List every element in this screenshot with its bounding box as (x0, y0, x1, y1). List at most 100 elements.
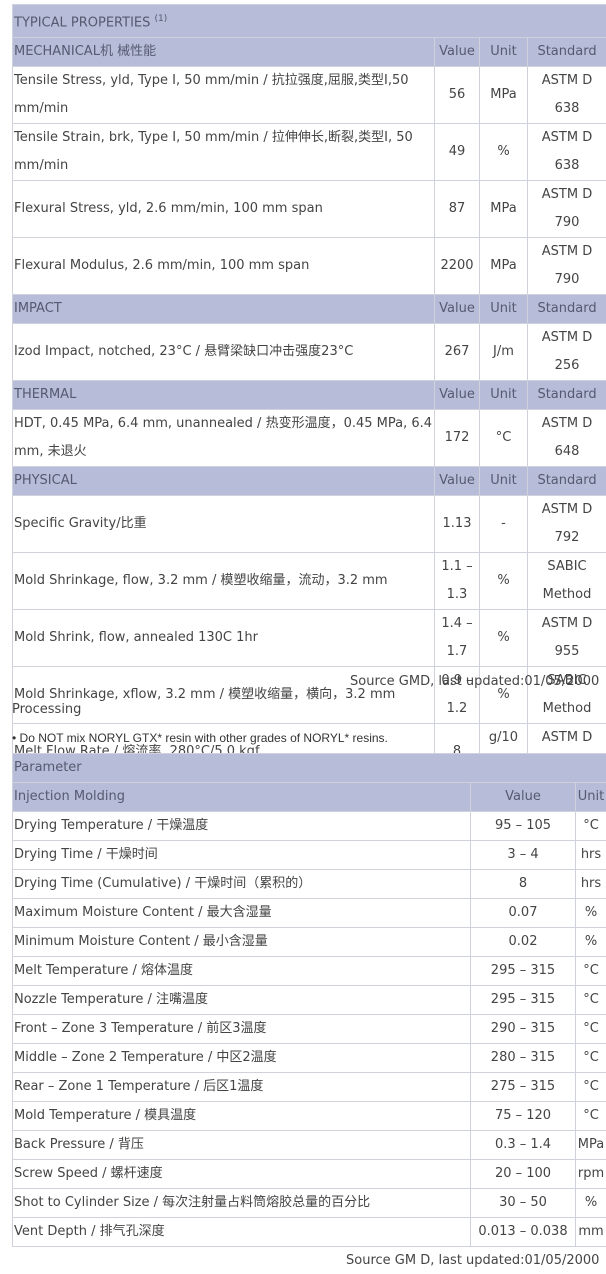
properties-source-note: Source GMD, last updated:01/05/2000 (350, 674, 600, 689)
processing-title: Processing (12, 702, 82, 717)
property-value: 1.13 (434, 495, 480, 554)
table-row: Shot to Cylinder Size / 每次注射量占料筒熔胶总量的百分比… (12, 1188, 606, 1218)
processing-note: • Do NOT mix NORYL GTX* resin with other… (12, 731, 388, 745)
parameter-unit: hrs (575, 840, 606, 870)
parameter-unit: °C (575, 985, 606, 1015)
column-header-unit: Unit (479, 380, 528, 411)
table-row: Flexural Stress, yld, 2.6 mm/min, 100 mm… (12, 180, 606, 239)
table-row: Mold Shrinkage, flow, 3.2 mm / 模塑收缩量，流动，… (12, 552, 606, 611)
parameter-name: Maximum Moisture Content / 最大含湿量 (12, 898, 471, 928)
parameter-value: 290 – 315 (470, 1014, 576, 1044)
parameter-unit: % (575, 927, 606, 957)
column-header-standard: Standard (526, 380, 606, 411)
property-standard: ASTM D 638 (526, 66, 606, 125)
table-row: Mold Shrink, flow, annealed 130C 1hr 1.4 … (12, 609, 606, 668)
property-value: 1.1 – 1.3 (434, 552, 480, 611)
parameter-unit: % (575, 898, 606, 928)
table-row: Melt Temperature / 熔体温度 295 – 315 °C (12, 956, 606, 986)
parameter-value: 0.02 (470, 927, 576, 957)
section-header-row: PHYSICAL Value Unit Standard (12, 466, 606, 497)
property-unit: MPa (479, 237, 528, 296)
parameter-value: 30 – 50 (470, 1188, 576, 1218)
table-row: Tensile Strain, brk, Type I, 50 mm/min /… (12, 123, 606, 182)
table-row: Tensile Stress, yld, Type I, 50 mm/min /… (12, 66, 606, 125)
parameter-value: 75 – 120 (470, 1101, 576, 1131)
property-standard: ASTM D 790 (526, 237, 606, 296)
property-unit: MPa (479, 180, 528, 239)
column-header-value: Value (434, 380, 480, 411)
parameter-value: 20 – 100 (470, 1159, 576, 1189)
parameter-unit: °C (575, 956, 606, 986)
property-standard: SABIC Method (526, 552, 606, 611)
section-name: THERMAL (12, 380, 435, 411)
parameter-unit: % (575, 1188, 606, 1218)
property-value: 49 (434, 123, 480, 182)
column-header-value: Value (434, 294, 480, 325)
property-unit: % (479, 123, 528, 182)
parameter-name: Melt Temperature / 熔体温度 (12, 956, 471, 986)
property-unit: - (479, 495, 528, 554)
parameter-value: 275 – 315 (470, 1072, 576, 1102)
parameter-unit: °C (575, 1072, 606, 1102)
property-value: 87 (434, 180, 480, 239)
column-header-value: Value (434, 37, 480, 68)
table-row: Specific Gravity/比重 1.13- ASTM D 792 (12, 495, 606, 554)
column-header-standard: Standard (526, 294, 606, 325)
parameter-value: 8 (470, 869, 576, 899)
section-name: MECHANICAL机 械性能 (12, 37, 435, 68)
parameter-unit: °C (575, 811, 606, 841)
table-row: Maximum Moisture Content / 最大含湿量 0.07% (12, 898, 606, 928)
parameter-name: Vent Depth / 排气孔深度 (12, 1217, 471, 1247)
property-standard: ASTM D 648 (526, 409, 606, 468)
parameter-unit: MPa (575, 1130, 606, 1160)
table-row: Front – Zone 3 Temperature / 前区3温度 290 – … (12, 1014, 606, 1044)
parameter-value: 295 – 315 (470, 985, 576, 1015)
property-value: 267 (434, 323, 480, 382)
property-name: Flexural Modulus, 2.6 mm/min, 100 mm spa… (12, 237, 435, 296)
parameter-header-row: Parameter (12, 753, 606, 783)
table-row: Drying Time / 干燥时间 3 – 4 hrs (12, 840, 606, 870)
table-row: Drying Time (Cumulative) / 干燥时间（累积的） 8 hrs (12, 869, 606, 899)
parameter-name: Mold Temperature / 模具温度 (12, 1101, 471, 1131)
section-header-row: MECHANICAL机 械性能 Value Unit Standard (12, 37, 606, 68)
column-header-standard: Standard (526, 37, 606, 68)
property-unit: % (479, 552, 528, 611)
property-name: Mold Shrinkage, flow, 3.2 mm / 模塑收缩量，流动，… (12, 552, 435, 611)
column-header-standard: Standard (526, 466, 606, 497)
property-standard: ASTM D 256 (526, 323, 606, 382)
processing-table: Parameter Injection Molding Value Unit Dryin… (12, 753, 606, 1247)
property-standard: ASTM D 955 (526, 609, 606, 668)
property-unit: °C (479, 409, 528, 468)
property-standard: ASTM D 790 (526, 180, 606, 239)
parameter-name: Drying Temperature / 干燥温度 (12, 811, 471, 841)
parameter-name: Rear – Zone 1 Temperature / 后区1温度 (12, 1072, 471, 1102)
property-name: Izod Impact, notched, 23°C / 悬臂梁缺口冲击强度23… (12, 323, 435, 382)
section-name: Injection Molding (12, 782, 471, 812)
table-title-text: TYPICAL PROPERTIES (14, 15, 151, 31)
column-header-unit: Unit (479, 294, 528, 325)
property-name: Tensile Strain, brk, Type I, 50 mm/min /… (12, 123, 435, 182)
parameter-name: Drying Time (Cumulative) / 干燥时间（累积的） (12, 869, 471, 899)
parameter-name: Back Pressure / 背压 (12, 1130, 471, 1160)
table-row: Screw Speed / 螺杆速度 20 – 100 rpm (12, 1159, 606, 1189)
parameter-unit: rpm (575, 1159, 606, 1189)
parameter-name: Screw Speed / 螺杆速度 (12, 1159, 471, 1189)
parameter-name: Shot to Cylinder Size / 每次注射量占料筒熔胶总量的百分比 (12, 1188, 471, 1218)
section-name: IMPACT (12, 294, 435, 325)
table-row: Back Pressure / 背压 0.3 – 1.4 MPa (12, 1130, 606, 1160)
property-standard: ASTM D 792 (526, 495, 606, 554)
property-name: Mold Shrink, flow, annealed 130C 1hr (12, 609, 435, 668)
table-row: Nozzle Temperature / 注嘴温度 295 – 315 °C (12, 985, 606, 1015)
column-header-value: Value (470, 782, 576, 812)
property-value: 56 (434, 66, 480, 125)
table-title-row: TYPICAL PROPERTIES (1) (11, 3, 606, 39)
parameter-header: Parameter (12, 753, 606, 783)
property-value: 172 (434, 409, 480, 468)
section-header-row: THERMAL Value Unit Standard (12, 380, 606, 411)
parameter-value: 0.3 – 1.4 (470, 1130, 576, 1160)
column-header-unit: Unit (479, 37, 528, 68)
section-header-row: IMPACT Value Unit Standard (12, 294, 606, 325)
property-unit: % (479, 609, 528, 668)
parameter-value: 0.07 (470, 898, 576, 928)
property-value: 2200 (434, 237, 480, 296)
